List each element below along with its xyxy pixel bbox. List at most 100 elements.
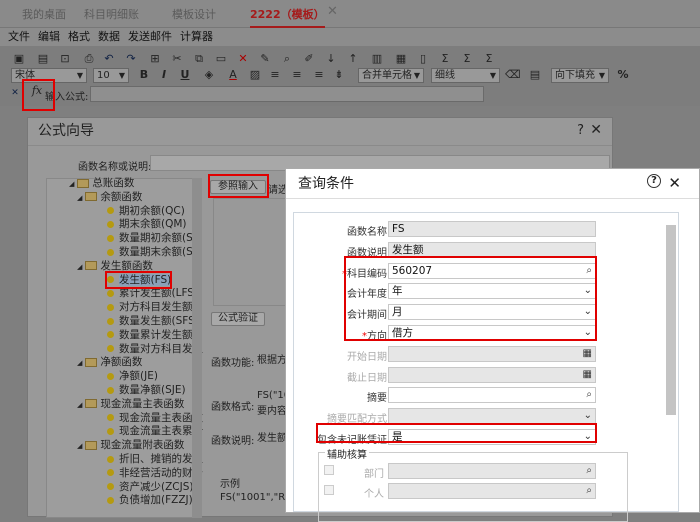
search-icon[interactable]: ⌕ [586, 484, 592, 498]
tree-folder[interactable]: ◢ 余额函数 [77, 189, 142, 204]
column-icon[interactable]: ▯ [416, 52, 430, 66]
save-as-icon[interactable]: ▤ [36, 52, 50, 66]
tree-function[interactable]: 现金流量主表累计 [107, 423, 203, 438]
eraser-icon[interactable]: ⌫ [505, 68, 521, 82]
sum-icon[interactable]: Σ [438, 52, 452, 66]
fill-color-icon[interactable]: ◈ [202, 68, 216, 82]
aux-input[interactable]: ⌕ [388, 463, 596, 479]
underline-icon[interactable]: U [178, 68, 192, 82]
field-label: 函数名称 [292, 223, 387, 238]
menu-file[interactable]: 文件 [8, 30, 30, 43]
function-dot-icon [107, 331, 114, 339]
tree-function[interactable]: 期末余额(QM) [107, 216, 187, 231]
cut-icon[interactable]: ✂ [170, 52, 184, 66]
bold-icon[interactable]: B [137, 68, 151, 82]
tree-function[interactable]: 数量对方科目发生 [107, 341, 203, 356]
font-color-icon[interactable]: A [226, 68, 240, 82]
tree-function[interactable]: 数量期初余额(SQ [107, 230, 201, 245]
tree-folder[interactable]: ◢ 现金流量主表函数 [77, 396, 184, 411]
tab-2222-template[interactable]: 2222（模板） [250, 6, 325, 28]
tree-folder[interactable]: ◢ 现金流量附表函数 [77, 437, 184, 452]
tree-function[interactable]: 数量净额(SJE) [107, 382, 186, 397]
formula-editor[interactable] [213, 198, 293, 306]
formula-input[interactable] [90, 86, 484, 102]
help-icon[interactable]: ? [647, 174, 661, 188]
sum-col-icon[interactable]: Σ [482, 52, 496, 66]
tab-desktop[interactable]: 我的桌面 [22, 6, 66, 22]
import-icon[interactable]: ▥ [370, 52, 384, 66]
expand-arrow-icon[interactable]: ◢ [77, 194, 82, 202]
menu-send-mail[interactable]: 发送邮件 [128, 30, 172, 43]
sort-desc-icon[interactable]: ↑ [346, 52, 360, 66]
close-tab-icon[interactable]: ✕ [327, 4, 338, 19]
tree-function[interactable]: 数量发生额(SFS) [107, 313, 199, 328]
copy-icon[interactable]: ⧉ [192, 52, 206, 66]
cancel-formula-icon[interactable]: ✕ [8, 86, 22, 100]
help-icon[interactable]: ? [577, 123, 584, 138]
close-icon[interactable]: ✕ [668, 174, 681, 192]
expand-arrow-icon[interactable]: ◢ [77, 401, 82, 409]
size-select[interactable]: 10 ▼ [93, 68, 129, 83]
menu-data[interactable]: 数据 [98, 30, 120, 43]
edit-icon[interactable]: ✐ [302, 52, 316, 66]
tree-function[interactable]: 折旧、摊销的发生 [107, 451, 203, 466]
tree-folder[interactable]: ◢ 净额函数 [77, 354, 142, 369]
tree-function[interactable]: 非经营活动的财务 [107, 465, 203, 480]
paste-icon[interactable]: ▭ [214, 52, 228, 66]
close-icon[interactable]: ✕ [590, 122, 602, 138]
align-center-icon[interactable]: ≡ [290, 68, 304, 82]
preview-icon[interactable]: ⊡ [58, 52, 72, 66]
border-style-select[interactable]: 细线 ▼ [431, 68, 500, 83]
insert-icon[interactable]: ▤ [528, 68, 542, 82]
search-doc-icon[interactable]: ⌕ [586, 388, 592, 402]
menu-edit[interactable]: 编辑 [38, 30, 60, 43]
fill-select[interactable]: 向下填充 ▼ [551, 68, 609, 83]
tree-function[interactable]: 负债增加(FZZJ) [107, 492, 193, 507]
wrap-icon[interactable]: ⇟ [332, 68, 346, 82]
delete-icon[interactable]: ✕ [236, 52, 250, 66]
tree-function[interactable]: 期初余额(QC) [107, 203, 185, 218]
expand-arrow-icon[interactable]: ◢ [77, 442, 82, 450]
sum-row-icon[interactable]: Σ [460, 52, 474, 66]
italic-icon[interactable]: I [157, 68, 171, 82]
tree-function[interactable]: 现金流量主表函数 [107, 410, 203, 425]
percent-button[interactable]: % [616, 68, 630, 82]
border-icon[interactable]: ▨ [248, 68, 262, 82]
chevron-icon[interactable]: ⌄ [584, 409, 592, 423]
menu-calculator[interactable]: 计算器 [180, 30, 213, 43]
format-brush-icon[interactable]: ✎ [258, 52, 272, 66]
undo-icon[interactable]: ↶ [102, 52, 116, 66]
merge-select[interactable]: 合并单元格 ▼ [358, 68, 424, 83]
expand-arrow-icon[interactable]: ◢ [77, 359, 82, 367]
tree-scrollbar[interactable] [192, 178, 202, 518]
expand-arrow-icon[interactable]: ◢ [77, 263, 82, 271]
calendar-icon[interactable]: ▦ [583, 368, 592, 382]
calendar-icon[interactable]: ▦ [583, 347, 592, 361]
field-input[interactable]: ⌕ [388, 387, 596, 404]
form-scrollbar[interactable] [666, 225, 676, 415]
find-icon[interactable]: ⌕ [280, 52, 294, 66]
sort-asc-icon[interactable]: ↓ [324, 52, 338, 66]
highlight-unposted [316, 423, 597, 443]
aux-input[interactable]: ⌕ [388, 483, 596, 499]
field-label: 截止日期 [292, 369, 387, 384]
tree-folder[interactable]: ◢ 总账函数 [69, 175, 134, 190]
tree-function[interactable]: 数量累计发生额( [107, 327, 197, 342]
tab-ledger[interactable]: 科目明细账 [84, 6, 139, 22]
menu-format[interactable]: 格式 [68, 30, 90, 43]
tree-function[interactable]: 对方科目发生额( [107, 299, 197, 314]
align-left-icon[interactable]: ≡ [268, 68, 282, 82]
search-icon[interactable]: ⌕ [586, 464, 592, 478]
tree-function[interactable]: 数量期末余额(SQ [107, 244, 201, 259]
tree-function[interactable]: 净额(JE) [107, 368, 158, 383]
export-icon[interactable]: ▦ [394, 52, 408, 66]
expand-arrow-icon[interactable]: ◢ [69, 180, 74, 188]
select-all-icon[interactable]: ⊞ [148, 52, 162, 66]
verify-formula-button[interactable]: 公式验证 [211, 312, 265, 326]
tab-template-design[interactable]: 模板设计 [172, 6, 216, 22]
align-right-icon[interactable]: ≡ [312, 68, 326, 82]
redo-icon[interactable]: ↷ [124, 52, 138, 66]
save-icon[interactable]: ▣ [12, 52, 26, 66]
tree-function[interactable]: 资产减少(ZCJS) [107, 479, 193, 494]
print-icon[interactable]: ⎙ [82, 52, 96, 66]
